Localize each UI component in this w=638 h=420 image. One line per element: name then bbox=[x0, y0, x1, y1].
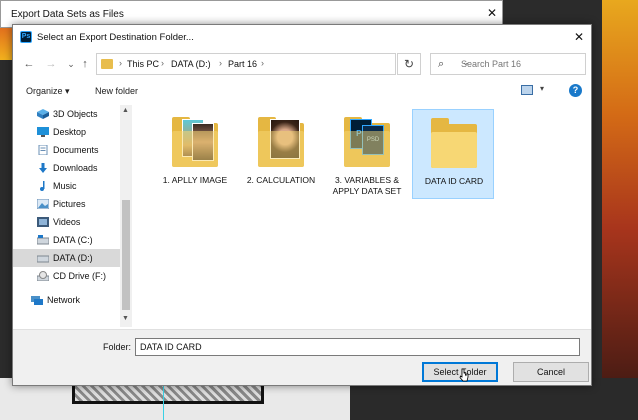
organize-button[interactable]: Organize ▾ bbox=[26, 86, 70, 97]
folder-picker-dialog: Ps Select an Export Destination Folder..… bbox=[12, 24, 592, 386]
close-icon[interactable]: ✕ bbox=[571, 29, 587, 45]
dialog-titlebar: Ps Select an Export Destination Folder..… bbox=[13, 25, 591, 49]
navigation-bar: ← → ⌄ ↑ › This PC › DATA (D:) › Part 16 … bbox=[13, 51, 591, 77]
address-bar[interactable]: › This PC › DATA (D:) › Part 16 › ⌄ bbox=[96, 53, 470, 75]
sidebar-item-label: DATA (D:) bbox=[53, 253, 93, 263]
folder-name: 1. APLLY IMAGE bbox=[162, 175, 228, 185]
sidebar-item-label: CD Drive (F:) bbox=[53, 271, 106, 281]
up-arrow-icon[interactable]: ↑ bbox=[77, 56, 93, 72]
drive-icon bbox=[37, 255, 49, 263]
back-arrow-icon[interactable]: ← bbox=[21, 56, 37, 72]
pictures-icon bbox=[37, 199, 49, 209]
scrollbar-thumb[interactable] bbox=[122, 200, 130, 310]
folder-icon bbox=[172, 117, 218, 167]
folder-tile[interactable]: 2. CALCULATION bbox=[240, 109, 322, 199]
sidebar-item-documents[interactable]: Documents bbox=[13, 141, 120, 159]
forward-arrow-icon[interactable]: → bbox=[43, 56, 59, 72]
sidebar-item-label: 3D Objects bbox=[53, 109, 98, 119]
sidebar-item-data-d[interactable]: DATA (D:) bbox=[13, 249, 120, 267]
breadcrumb-separator-icon: › bbox=[261, 58, 264, 68]
cube-icon bbox=[37, 109, 49, 119]
folder-tile-selected[interactable]: DATA ID CARD bbox=[412, 109, 494, 199]
mouse-pointer-icon bbox=[459, 368, 469, 382]
sidebar-item-label: Documents bbox=[53, 145, 99, 155]
desktop-icon bbox=[37, 127, 49, 137]
sidebar-item-network[interactable]: Network bbox=[13, 291, 120, 309]
folder-name: 3. VARIABLES & APPLY DATA SET bbox=[332, 175, 402, 196]
download-icon bbox=[39, 163, 47, 173]
breadcrumb-data-d[interactable]: DATA (D:) bbox=[171, 59, 211, 69]
search-icon: ⌕ bbox=[438, 58, 445, 70]
folder-tile[interactable]: 1. APLLY IMAGE bbox=[154, 109, 236, 199]
sidebar-item-label: Pictures bbox=[53, 199, 86, 209]
sidebar-item-label: Network bbox=[47, 295, 81, 305]
sidebar-item-desktop[interactable]: Desktop bbox=[13, 123, 120, 141]
folder-field-label: Folder: bbox=[103, 342, 132, 352]
folder-name-input[interactable]: DATA ID CARD bbox=[135, 338, 580, 356]
scroll-down-icon[interactable]: ▼ bbox=[122, 315, 129, 322]
photoshop-icon: Ps bbox=[20, 31, 32, 43]
folder-name: DATA ID CARD bbox=[424, 176, 484, 186]
sidebar-item-music[interactable]: Music bbox=[13, 177, 120, 195]
search-box[interactable]: ⌕ Search Part 16 bbox=[430, 53, 586, 75]
sidebar-item-label: Desktop bbox=[53, 127, 87, 137]
breadcrumb-separator-icon: › bbox=[119, 58, 122, 68]
folder-icon bbox=[101, 59, 113, 69]
breadcrumb-this-pc[interactable]: This PC bbox=[127, 59, 159, 69]
network-icon bbox=[31, 296, 43, 305]
help-icon[interactable]: ? bbox=[569, 84, 582, 97]
breadcrumb-separator-icon: › bbox=[219, 58, 222, 68]
folder-name: 2. CALCULATION bbox=[246, 175, 316, 185]
breadcrumb-separator-icon: › bbox=[161, 58, 164, 68]
dialog-footer: Folder: DATA ID CARD Select Folder Cance… bbox=[13, 329, 591, 385]
folder-tile[interactable]: Ps PSD 3. VARIABLES &APPLY DATA SET bbox=[326, 109, 408, 199]
folder-icon bbox=[258, 117, 304, 167]
sidebar-item-pictures[interactable]: Pictures bbox=[13, 195, 120, 213]
cancel-button[interactable]: Cancel bbox=[513, 362, 589, 382]
documents-icon bbox=[38, 145, 48, 155]
sidebar-item-label: DATA (C:) bbox=[53, 235, 93, 245]
dialog-title: Select an Export Destination Folder... bbox=[37, 32, 194, 43]
sidebar-item-downloads[interactable]: Downloads bbox=[13, 159, 120, 177]
view-options-icon[interactable] bbox=[521, 85, 533, 95]
search-placeholder: Search Part 16 bbox=[461, 59, 522, 69]
folder-icon bbox=[431, 118, 477, 168]
sidebar-item-3d-objects[interactable]: 3D Objects bbox=[13, 105, 120, 123]
drive-icon bbox=[37, 235, 49, 245]
outer-close-icon[interactable]: ✕ bbox=[484, 5, 500, 21]
sidebar-item-data-c[interactable]: DATA (C:) bbox=[13, 231, 120, 249]
command-bar: Organize ▾ New folder ▾ ? bbox=[13, 81, 591, 103]
navigation-pane: 3D Objects Desktop Documents Downloads M… bbox=[13, 105, 132, 327]
sidebar-item-videos[interactable]: Videos bbox=[13, 213, 120, 231]
outer-dialog-title: Export Data Sets as Files bbox=[11, 9, 124, 20]
navigation-scrollbar[interactable]: ▲ ▼ bbox=[120, 105, 132, 327]
folder-icon: Ps PSD bbox=[344, 117, 390, 167]
breadcrumb-part-16[interactable]: Part 16 bbox=[228, 59, 257, 69]
videos-icon bbox=[37, 217, 49, 227]
scroll-up-icon[interactable]: ▲ bbox=[122, 107, 129, 114]
new-folder-button[interactable]: New folder bbox=[95, 86, 138, 96]
background-artwork-right bbox=[602, 0, 638, 380]
refresh-icon[interactable]: ↻ bbox=[397, 53, 421, 75]
cd-icon bbox=[37, 271, 49, 281]
sidebar-item-cd-drive[interactable]: CD Drive (F:) bbox=[13, 267, 120, 285]
view-dropdown-icon[interactable]: ▾ bbox=[540, 84, 544, 93]
sidebar-item-label: Music bbox=[53, 181, 77, 191]
music-icon bbox=[40, 181, 45, 191]
folder-content-view: 1. APLLY IMAGE 2. CALCULATION Ps PSD 3. … bbox=[134, 105, 591, 327]
sidebar-item-label: Downloads bbox=[53, 163, 98, 173]
sidebar-item-label: Videos bbox=[53, 217, 81, 227]
